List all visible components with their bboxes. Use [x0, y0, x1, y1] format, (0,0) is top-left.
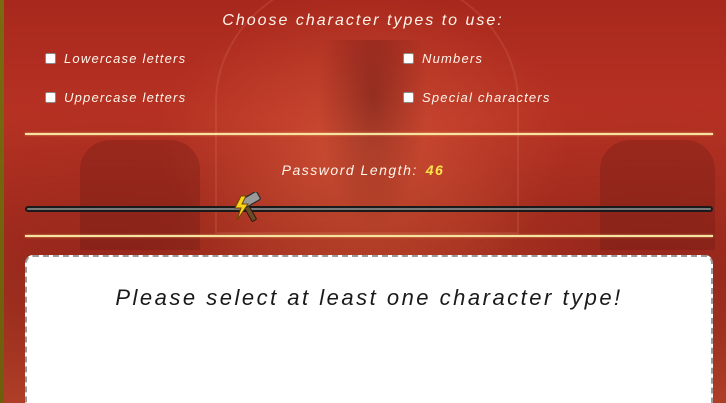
uppercase-checkbox[interactable]	[45, 92, 56, 103]
option-uppercase[interactable]: Uppercase letters	[45, 90, 186, 105]
lowercase-label: Lowercase letters	[64, 51, 187, 66]
special-checkbox[interactable]	[403, 92, 414, 103]
hammer-lightning-icon[interactable]	[232, 191, 266, 226]
background-pillar-left	[80, 140, 200, 250]
left-edge-strip	[0, 0, 4, 403]
background-figure	[318, 40, 428, 230]
character-types-heading: Choose character types to use:	[222, 12, 504, 29]
divider-top	[25, 133, 713, 135]
password-length-label: Password Length:	[281, 162, 418, 178]
password-length-row: Password Length: 46	[0, 162, 726, 178]
numbers-checkbox[interactable]	[403, 53, 414, 64]
option-lowercase[interactable]: Lowercase letters	[45, 51, 186, 66]
password-output-box[interactable]: Please select at least one character typ…	[25, 255, 713, 403]
option-numbers[interactable]: Numbers	[403, 51, 483, 66]
special-label: Special characters	[422, 90, 551, 105]
uppercase-label: Uppercase letters	[64, 90, 187, 105]
background-pillar-right	[600, 140, 715, 250]
numbers-label: Numbers	[422, 51, 484, 66]
output-message: Please select at least one character typ…	[115, 285, 623, 310]
password-length-slider[interactable]	[25, 206, 713, 212]
password-length-value: 46	[425, 162, 445, 178]
lowercase-checkbox[interactable]	[45, 53, 56, 64]
option-special[interactable]: Special characters	[403, 90, 551, 105]
divider-bottom	[25, 235, 713, 237]
